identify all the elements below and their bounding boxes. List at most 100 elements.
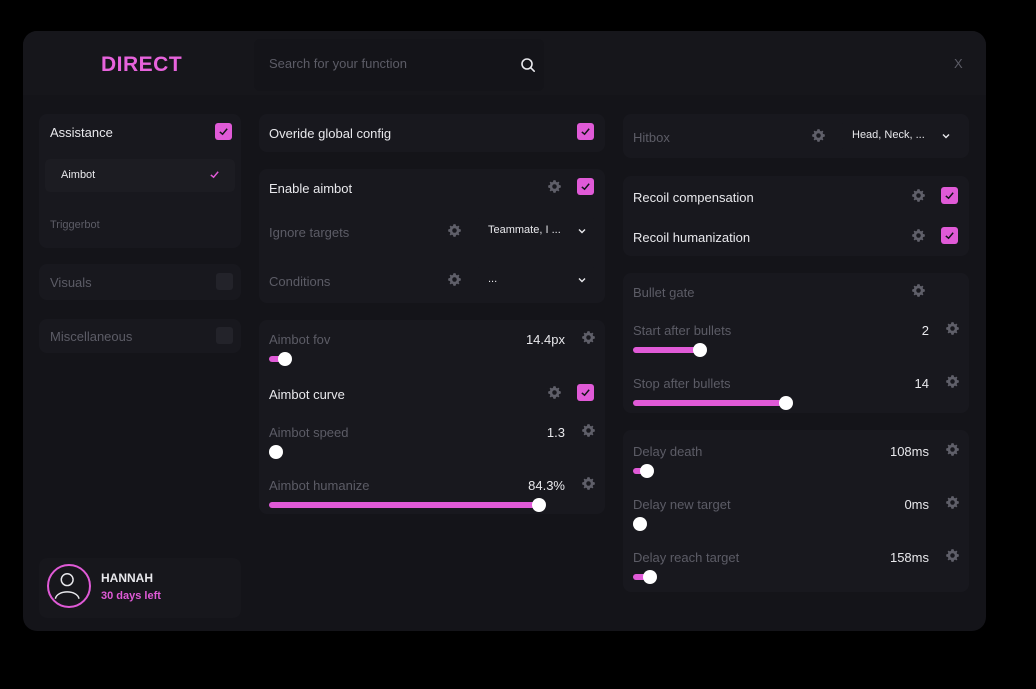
gear-icon[interactable] xyxy=(447,223,462,238)
aimbot-speed-slider[interactable] xyxy=(269,445,539,459)
slider-fill xyxy=(269,502,539,508)
gear-icon[interactable] xyxy=(945,495,960,510)
recoil-compensation-label: Recoil compensation xyxy=(633,190,754,205)
aimbot-fov-label: Aimbot fov xyxy=(269,332,331,347)
gear-icon[interactable] xyxy=(911,188,926,203)
chevron-down-icon xyxy=(578,278,586,283)
subscription-status: 30 days left xyxy=(101,590,161,602)
ignore-targets-label: Ignore targets xyxy=(269,225,350,240)
stop-after-bullets-label: Stop after bullets xyxy=(633,376,731,391)
chevron-down-icon xyxy=(578,229,586,234)
delay-death-value: 108ms xyxy=(889,444,929,459)
aimbot-humanize-label: Aimbot humanize xyxy=(269,478,370,493)
check-icon xyxy=(581,128,590,136)
slider-knob[interactable] xyxy=(642,570,657,584)
check-icon xyxy=(581,183,590,191)
category-visuals[interactable]: Visuals xyxy=(39,264,241,300)
recoil-humanization-label: Recoil humanization xyxy=(633,230,751,245)
stop-after-bullets-slider[interactable] xyxy=(633,396,793,410)
app-window: DIRECT X Assistance Aimbot Triggerbot Vi… xyxy=(23,31,986,631)
delay-new-target-value: 0ms xyxy=(904,497,929,512)
ignore-targets-select[interactable]: Teammate, I ... xyxy=(478,216,594,246)
sidebar-item-aimbot[interactable]: Aimbot xyxy=(45,159,235,192)
search-box xyxy=(254,39,544,91)
override-label: Overide global config xyxy=(269,126,392,141)
sidebar-item-label: Aimbot xyxy=(61,169,96,181)
select-value: Head, Neck, ... xyxy=(852,129,925,141)
enable-aimbot-label: Enable aimbot xyxy=(269,181,353,196)
gear-icon[interactable] xyxy=(911,283,926,298)
delay-death-slider[interactable] xyxy=(633,464,783,478)
user-icon xyxy=(54,573,80,600)
slider-knob[interactable] xyxy=(269,445,283,459)
slider-fill xyxy=(633,347,701,353)
check-icon xyxy=(219,128,228,136)
top-bar: DIRECT X xyxy=(23,31,986,95)
gear-icon[interactable] xyxy=(945,442,960,457)
hitbox-label: Hitbox xyxy=(633,130,670,145)
category-miscellaneous[interactable]: Miscellaneous xyxy=(39,319,241,353)
slider-knob[interactable] xyxy=(633,517,647,531)
chevron-down-icon xyxy=(942,134,950,139)
aimbot-curve-label: Aimbot curve xyxy=(269,387,345,402)
gear-icon[interactable] xyxy=(547,385,562,400)
stop-after-bullets-value: 14 xyxy=(914,376,929,391)
gear-icon[interactable] xyxy=(447,272,462,287)
slider-knob[interactable] xyxy=(531,498,546,512)
category-checkbox[interactable] xyxy=(216,327,233,344)
category-label: Visuals xyxy=(50,275,92,290)
delay-reach-target-slider[interactable] xyxy=(633,570,783,584)
aimbot-fov-slider[interactable] xyxy=(269,352,539,366)
category-label: Assistance xyxy=(50,125,113,140)
gear-icon[interactable] xyxy=(581,423,596,438)
recoil-humanization-checkbox[interactable] xyxy=(941,227,958,244)
aimbot-humanize-slider[interactable] xyxy=(269,498,589,512)
slider-fill xyxy=(633,400,786,406)
check-icon xyxy=(945,192,954,200)
gear-icon[interactable] xyxy=(911,228,926,243)
gear-icon[interactable] xyxy=(945,374,960,389)
select-value: ... xyxy=(488,273,498,285)
recoil-compensation-checkbox[interactable] xyxy=(941,187,958,204)
close-icon[interactable]: X xyxy=(954,56,963,71)
bullet-gate-label: Bullet gate xyxy=(633,285,695,300)
select-value: Teammate, I ... xyxy=(488,224,561,236)
gear-icon[interactable] xyxy=(581,330,596,345)
user-name: HANNAH xyxy=(101,571,153,585)
category-label: Miscellaneous xyxy=(50,329,133,344)
search-input[interactable] xyxy=(269,56,509,71)
search-icon[interactable] xyxy=(520,57,536,73)
gear-icon[interactable] xyxy=(945,321,960,336)
sidebar-item-triggerbot[interactable]: Triggerbot xyxy=(50,219,100,231)
enable-aimbot-checkbox[interactable] xyxy=(577,178,594,195)
conditions-select[interactable]: ... xyxy=(478,265,594,295)
conditions-label: Conditions xyxy=(269,274,331,289)
gear-icon[interactable] xyxy=(547,179,562,194)
delay-new-target-label: Delay new target xyxy=(633,497,731,512)
aimbot-humanize-value: 84.3% xyxy=(528,478,565,493)
start-after-bullets-slider[interactable] xyxy=(633,343,786,357)
delay-reach-target-label: Delay reach target xyxy=(633,550,740,565)
check-icon xyxy=(210,171,219,179)
category-checkbox[interactable] xyxy=(216,273,233,290)
override-checkbox[interactable] xyxy=(577,123,594,140)
start-after-bullets-label: Start after bullets xyxy=(633,323,732,338)
aimbot-curve-checkbox[interactable] xyxy=(577,384,594,401)
aimbot-fov-value: 14.4px xyxy=(525,332,565,347)
delay-death-label: Delay death xyxy=(633,444,703,459)
gear-icon[interactable] xyxy=(581,476,596,491)
category-checkbox[interactable] xyxy=(215,123,232,140)
slider-knob[interactable] xyxy=(639,464,654,478)
gear-icon[interactable] xyxy=(811,128,826,143)
delay-reach-target-value: 158ms xyxy=(889,550,929,565)
avatar xyxy=(47,564,91,608)
aimbot-speed-value: 1.3 xyxy=(546,425,565,440)
aimbot-speed-label: Aimbot speed xyxy=(269,425,349,440)
delay-new-target-slider[interactable] xyxy=(633,517,783,531)
hitbox-select[interactable]: Head, Neck, ... xyxy=(842,121,958,151)
check-icon xyxy=(945,232,954,240)
start-after-bullets-value: 2 xyxy=(921,323,929,338)
check-icon xyxy=(581,389,590,397)
slider-knob[interactable] xyxy=(779,396,793,410)
gear-icon[interactable] xyxy=(945,548,960,563)
